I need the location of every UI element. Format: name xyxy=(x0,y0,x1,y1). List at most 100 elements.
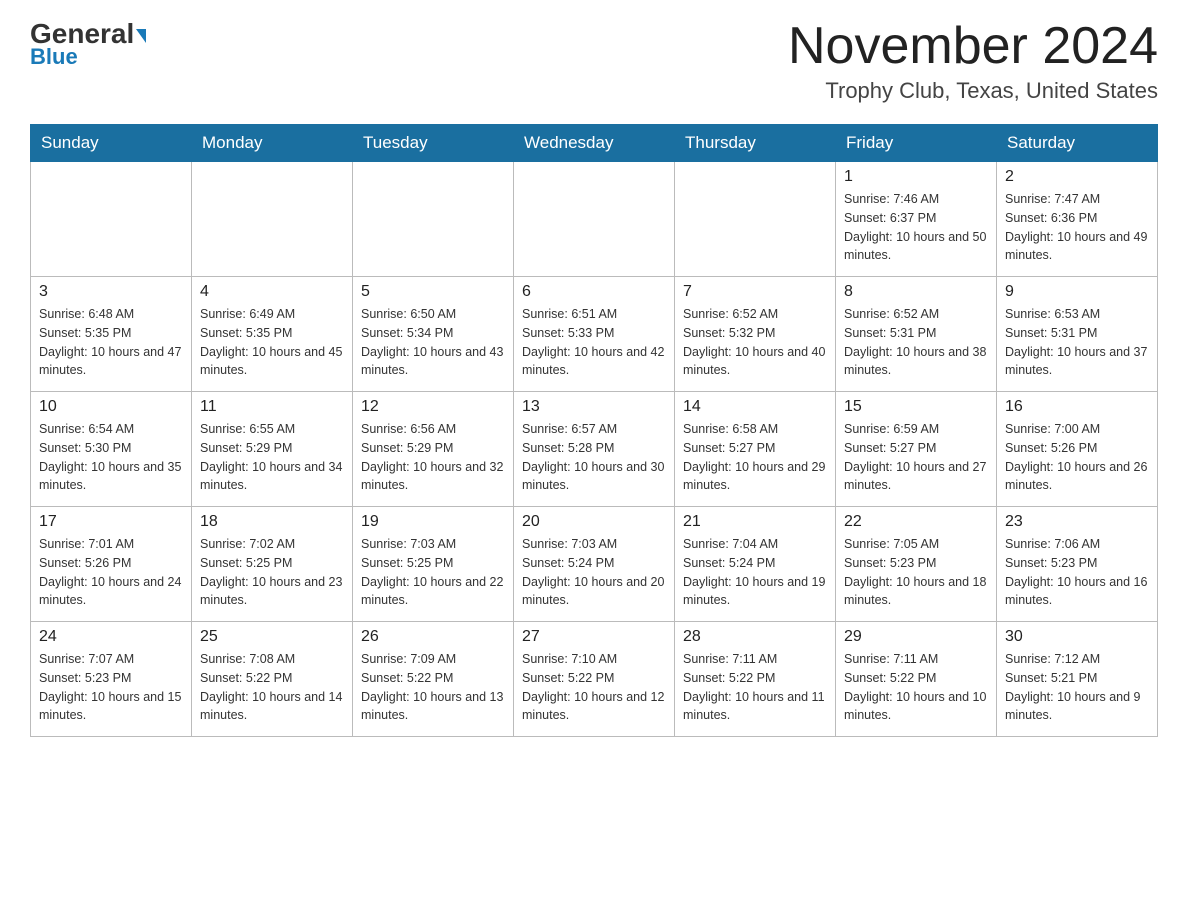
day-info: Sunrise: 7:03 AMSunset: 5:24 PMDaylight:… xyxy=(522,535,666,610)
day-number: 9 xyxy=(1005,283,1149,301)
day-info: Sunrise: 6:59 AMSunset: 5:27 PMDaylight:… xyxy=(844,420,988,495)
day-number: 19 xyxy=(361,513,505,531)
calendar-cell-4-3: 27 Sunrise: 7:10 AMSunset: 5:22 PMDayligh… xyxy=(514,622,675,737)
calendar-cell-2-5: 15Sunrise: 6:59 AMSunset: 5:27 PMDayligh… xyxy=(836,392,997,507)
day-number: 30 xyxy=(1005,628,1149,646)
calendar-cell-2-1: 11Sunrise: 6:55 AMSunset: 5:29 PMDayligh… xyxy=(192,392,353,507)
calendar-cell-4-6: 30 Sunrise: 7:12 AMSunset: 5:21 PMDayligh… xyxy=(997,622,1158,737)
day-number: 22 xyxy=(844,513,988,531)
col-monday: Monday xyxy=(192,125,353,162)
calendar-cell-1-5: 8Sunrise: 6:52 AMSunset: 5:31 PMDaylight… xyxy=(836,277,997,392)
calendar-cell-2-6: 16 Sunrise: 7:00 AMSunset: 5:26 PMDayligh… xyxy=(997,392,1158,507)
calendar-cell-1-3: 6 Sunrise: 6:51 AMSunset: 5:33 PMDaylight… xyxy=(514,277,675,392)
col-sunday: Sunday xyxy=(31,125,192,162)
calendar-cell-0-5: 1Sunrise: 7:46 AMSunset: 6:37 PMDaylight… xyxy=(836,162,997,277)
calendar-table: Sunday Monday Tuesday Wednesday Thursday… xyxy=(30,124,1158,737)
calendar-cell-3-0: 17 Sunrise: 7:01 AMSunset: 5:26 PMDayligh… xyxy=(31,507,192,622)
col-thursday: Thursday xyxy=(675,125,836,162)
week-row-3: 10 Sunrise: 6:54 AMSunset: 5:30 PMDayligh… xyxy=(31,392,1158,507)
calendar-cell-0-3 xyxy=(514,162,675,277)
day-info: Sunrise: 6:58 AMSunset: 5:27 PMDaylight:… xyxy=(683,420,827,495)
day-info: Sunrise: 7:12 AMSunset: 5:21 PMDaylight:… xyxy=(1005,650,1149,725)
day-number: 29 xyxy=(844,628,988,646)
day-number: 28 xyxy=(683,628,827,646)
day-info: Sunrise: 6:56 AMSunset: 5:29 PMDaylight:… xyxy=(361,420,505,495)
logo-blue-text: Blue xyxy=(30,44,78,70)
day-number: 12 xyxy=(361,398,505,416)
day-info: Sunrise: 7:08 AMSunset: 5:22 PMDaylight:… xyxy=(200,650,344,725)
month-title: November 2024 xyxy=(788,20,1158,72)
day-number: 6 xyxy=(522,283,666,301)
day-info: Sunrise: 6:54 AMSunset: 5:30 PMDaylight:… xyxy=(39,420,183,495)
day-info: Sunrise: 6:48 AMSunset: 5:35 PMDaylight:… xyxy=(39,305,183,380)
calendar-cell-4-4: 28 Sunrise: 7:11 AMSunset: 5:22 PMDayligh… xyxy=(675,622,836,737)
week-row-4: 17 Sunrise: 7:01 AMSunset: 5:26 PMDayligh… xyxy=(31,507,1158,622)
week-row-2: 3 Sunrise: 6:48 AMSunset: 5:35 PMDaylight… xyxy=(31,277,1158,392)
day-info: Sunrise: 6:49 AMSunset: 5:35 PMDaylight:… xyxy=(200,305,344,380)
day-number: 14 xyxy=(683,398,827,416)
header: General Blue November 2024 Trophy Club, … xyxy=(30,20,1158,104)
day-number: 4 xyxy=(200,283,344,301)
title-area: November 2024 Trophy Club, Texas, United… xyxy=(788,20,1158,104)
day-info: Sunrise: 7:04 AMSunset: 5:24 PMDaylight:… xyxy=(683,535,827,610)
calendar-cell-1-4: 7 Sunrise: 6:52 AMSunset: 5:32 PMDaylight… xyxy=(675,277,836,392)
week-row-5: 24Sunrise: 7:07 AMSunset: 5:23 PMDayligh… xyxy=(31,622,1158,737)
calendar-cell-1-1: 4 Sunrise: 6:49 AMSunset: 5:35 PMDaylight… xyxy=(192,277,353,392)
calendar-cell-4-0: 24Sunrise: 7:07 AMSunset: 5:23 PMDayligh… xyxy=(31,622,192,737)
day-info: Sunrise: 7:07 AMSunset: 5:23 PMDaylight:… xyxy=(39,650,183,725)
day-number: 13 xyxy=(522,398,666,416)
day-info: Sunrise: 6:57 AMSunset: 5:28 PMDaylight:… xyxy=(522,420,666,495)
day-number: 16 xyxy=(1005,398,1149,416)
calendar-cell-0-2 xyxy=(353,162,514,277)
calendar-cell-2-2: 12 Sunrise: 6:56 AMSunset: 5:29 PMDayligh… xyxy=(353,392,514,507)
day-number: 2 xyxy=(1005,168,1149,186)
calendar-cell-3-3: 20 Sunrise: 7:03 AMSunset: 5:24 PMDayligh… xyxy=(514,507,675,622)
day-number: 17 xyxy=(39,513,183,531)
col-saturday: Saturday xyxy=(997,125,1158,162)
calendar-cell-1-0: 3 Sunrise: 6:48 AMSunset: 5:35 PMDaylight… xyxy=(31,277,192,392)
calendar-cell-4-5: 29 Sunrise: 7:11 AMSunset: 5:22 PMDayligh… xyxy=(836,622,997,737)
day-info: Sunrise: 7:03 AMSunset: 5:25 PMDaylight:… xyxy=(361,535,505,610)
day-info: Sunrise: 7:11 AMSunset: 5:22 PMDaylight:… xyxy=(844,650,988,725)
day-number: 26 xyxy=(361,628,505,646)
location-title: Trophy Club, Texas, United States xyxy=(788,78,1158,104)
calendar-cell-0-4 xyxy=(675,162,836,277)
calendar-cell-3-1: 18 Sunrise: 7:02 AMSunset: 5:25 PMDayligh… xyxy=(192,507,353,622)
logo-triangle-icon xyxy=(136,29,146,43)
day-number: 21 xyxy=(683,513,827,531)
day-info: Sunrise: 7:46 AMSunset: 6:37 PMDaylight:… xyxy=(844,190,988,265)
col-wednesday: Wednesday xyxy=(514,125,675,162)
day-number: 18 xyxy=(200,513,344,531)
calendar-cell-0-0 xyxy=(31,162,192,277)
week-row-1: 1Sunrise: 7:46 AMSunset: 6:37 PMDaylight… xyxy=(31,162,1158,277)
calendar-header-row: Sunday Monday Tuesday Wednesday Thursday… xyxy=(31,125,1158,162)
day-info: Sunrise: 6:52 AMSunset: 5:31 PMDaylight:… xyxy=(844,305,988,380)
col-tuesday: Tuesday xyxy=(353,125,514,162)
day-number: 10 xyxy=(39,398,183,416)
calendar-cell-3-6: 23Sunrise: 7:06 AMSunset: 5:23 PMDayligh… xyxy=(997,507,1158,622)
calendar-cell-2-4: 14 Sunrise: 6:58 AMSunset: 5:27 PMDayligh… xyxy=(675,392,836,507)
day-info: Sunrise: 7:47 AMSunset: 6:36 PMDaylight:… xyxy=(1005,190,1149,265)
logo-area: General Blue xyxy=(30,20,146,70)
day-number: 5 xyxy=(361,283,505,301)
day-info: Sunrise: 7:09 AMSunset: 5:22 PMDaylight:… xyxy=(361,650,505,725)
day-info: Sunrise: 6:51 AMSunset: 5:33 PMDaylight:… xyxy=(522,305,666,380)
day-info: Sunrise: 7:11 AMSunset: 5:22 PMDaylight:… xyxy=(683,650,827,725)
day-info: Sunrise: 6:50 AMSunset: 5:34 PMDaylight:… xyxy=(361,305,505,380)
day-number: 20 xyxy=(522,513,666,531)
col-friday: Friday xyxy=(836,125,997,162)
day-info: Sunrise: 7:01 AMSunset: 5:26 PMDaylight:… xyxy=(39,535,183,610)
day-info: Sunrise: 7:02 AMSunset: 5:25 PMDaylight:… xyxy=(200,535,344,610)
day-info: Sunrise: 6:55 AMSunset: 5:29 PMDaylight:… xyxy=(200,420,344,495)
calendar-cell-0-1 xyxy=(192,162,353,277)
calendar-cell-0-6: 2 Sunrise: 7:47 AMSunset: 6:36 PMDaylight… xyxy=(997,162,1158,277)
day-number: 7 xyxy=(683,283,827,301)
day-number: 3 xyxy=(39,283,183,301)
day-number: 27 xyxy=(522,628,666,646)
day-info: Sunrise: 7:05 AMSunset: 5:23 PMDaylight:… xyxy=(844,535,988,610)
calendar-cell-3-4: 21 Sunrise: 7:04 AMSunset: 5:24 PMDayligh… xyxy=(675,507,836,622)
day-info: Sunrise: 7:00 AMSunset: 5:26 PMDaylight:… xyxy=(1005,420,1149,495)
day-info: Sunrise: 7:10 AMSunset: 5:22 PMDaylight:… xyxy=(522,650,666,725)
day-info: Sunrise: 6:53 AMSunset: 5:31 PMDaylight:… xyxy=(1005,305,1149,380)
day-info: Sunrise: 6:52 AMSunset: 5:32 PMDaylight:… xyxy=(683,305,827,380)
